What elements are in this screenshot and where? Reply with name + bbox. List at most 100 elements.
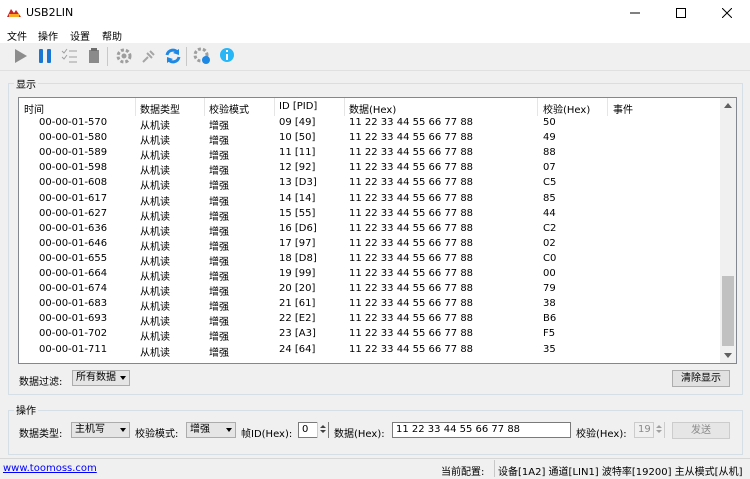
- cell-checksum: 07: [543, 162, 556, 174]
- menu-file[interactable]: 文件: [7, 28, 27, 43]
- config-button[interactable]: [114, 46, 134, 66]
- cell-data-type: 从机读: [140, 347, 170, 359]
- send-button[interactable]: 发送: [672, 422, 730, 439]
- cell-data: 11 22 33 44 55 66 77 88: [349, 222, 474, 234]
- col-data[interactable]: 数据(Hex): [349, 101, 396, 116]
- minimize-button[interactable]: [612, 0, 658, 26]
- start-button[interactable]: [10, 46, 30, 66]
- cell-id: 17 [97]: [279, 237, 316, 249]
- table-row[interactable]: 00-00-01-617 从机读 增强 14 [14] 11 22 33 44 55 6…: [19, 192, 719, 208]
- clipboard-button[interactable]: [84, 46, 104, 66]
- cell-data: 11 22 33 44 55 66 77 88: [349, 313, 474, 325]
- cell-check-mode: 增强: [209, 226, 229, 238]
- cell-data-type: 从机读: [140, 287, 170, 299]
- cell-data-type: 从机读: [140, 121, 170, 132]
- chevron-down-icon: [120, 376, 126, 380]
- cell-id: 20 [20]: [279, 283, 316, 295]
- scrollbar-thumb[interactable]: [722, 276, 734, 346]
- clear-display-button[interactable]: 清除显示: [672, 370, 730, 387]
- device-settings-button[interactable]: [192, 46, 212, 66]
- col-checksum[interactable]: 校验(Hex): [543, 101, 590, 116]
- cell-data: 11 22 33 44 55 66 77 88: [349, 283, 474, 295]
- check-mode-select[interactable]: 增强: [186, 422, 236, 438]
- col-id[interactable]: ID [PID]: [279, 101, 317, 112]
- config-panel: 设备[1A2] 通道[LIN1] 波特率[19200] 主从模式[从机]: [494, 460, 749, 478]
- cell-data-type: 从机读: [140, 151, 170, 163]
- config-value: 设备[1A2] 通道[LIN1] 波特率[19200] 主从模式[从机]: [498, 467, 743, 478]
- close-icon: [722, 8, 732, 18]
- table-row[interactable]: 00-00-01-646 从机读 增强 17 [97] 11 22 33 44 55 6…: [19, 237, 719, 253]
- cell-check-mode: 增强: [209, 121, 229, 132]
- cell-time: 00-00-01-655: [39, 252, 108, 264]
- cell-id: 22 [E2]: [279, 313, 316, 325]
- cell-checksum: C2: [543, 222, 557, 234]
- cell-id: 13 [D3]: [279, 177, 317, 189]
- cell-time: 00-00-01-646: [39, 237, 108, 249]
- cell-data-type: 从机读: [140, 181, 170, 193]
- cell-checksum: C5: [543, 177, 557, 189]
- cell-check-mode: 增强: [209, 272, 229, 283]
- refresh-button[interactable]: [163, 46, 183, 66]
- filter-select[interactable]: 所有数据: [72, 370, 130, 386]
- table-row[interactable]: 00-00-01-570 从机读 增强 09 [49] 11 22 33 44 55 6…: [19, 116, 719, 132]
- cell-checksum: 49: [543, 132, 556, 144]
- table-row[interactable]: 00-00-01-711 从机读 增强 24 [64] 11 22 33 44 55 6…: [19, 343, 719, 359]
- table-row[interactable]: 00-00-01-636 从机读 增强 16 [D6] 11 22 33 44 55 6…: [19, 222, 719, 238]
- cell-time: 00-00-01-627: [39, 207, 108, 219]
- checklist-icon: [61, 48, 77, 63]
- checksum-stepper: 19: [634, 422, 665, 438]
- about-button[interactable]: [217, 46, 237, 66]
- pause-button[interactable]: [35, 46, 55, 66]
- cell-data-type: 从机读: [140, 211, 170, 223]
- table-row[interactable]: 00-00-01-664 从机读 增强 19 [99] 11 22 33 44 55 6…: [19, 267, 719, 283]
- frame-id-label: 帧ID(Hex):: [241, 429, 293, 440]
- table-row[interactable]: 00-00-01-655 从机读 增强 18 [D8] 11 22 33 44 55 6…: [19, 252, 719, 268]
- table-row[interactable]: 00-00-01-683 从机读 增强 21 [61] 11 22 33 44 55 6…: [19, 297, 719, 314]
- check-mode-label: 校验模式:: [135, 429, 179, 440]
- toolbar-separator: [186, 47, 187, 66]
- table-scrollbar[interactable]: [720, 98, 736, 363]
- col-time[interactable]: 时间: [24, 101, 44, 116]
- table-row[interactable]: 00-00-01-580 从机读 增强 10 [50] 11 22 33 44 55 6…: [19, 131, 719, 147]
- table-row[interactable]: 00-00-01-608 从机读 增强 13 [D3] 11 22 33 44 55 6…: [19, 176, 719, 193]
- spin-arrows-icon: [656, 425, 662, 433]
- cell-time: 00-00-01-580: [39, 132, 108, 144]
- frame-id-spin-buttons[interactable]: [317, 422, 328, 438]
- table-row[interactable]: 00-00-01-598 从机读 增强 12 [92] 11 22 33 44 55 6…: [19, 161, 719, 177]
- close-button[interactable]: [704, 0, 750, 26]
- table-row[interactable]: 00-00-01-627 从机读 增强 15 [55] 11 22 33 44 55 6…: [19, 207, 719, 223]
- cell-id: 15 [55]: [279, 207, 316, 219]
- maximize-icon: [676, 8, 686, 18]
- website-link[interactable]: www.toomoss.com: [3, 463, 97, 474]
- menu-settings[interactable]: 设置: [70, 28, 90, 43]
- frame-id-stepper[interactable]: 0: [298, 422, 329, 438]
- filter-list-button[interactable]: [59, 46, 79, 66]
- cell-time: 00-00-01-674: [39, 283, 108, 295]
- col-event[interactable]: 事件: [613, 101, 633, 116]
- cell-checksum: 38: [543, 298, 556, 310]
- col-check-mode[interactable]: 校验模式: [209, 101, 249, 116]
- menu-operate[interactable]: 操作: [38, 28, 58, 43]
- cell-data-type: 从机读: [140, 302, 170, 314]
- table-row[interactable]: 00-00-01-674 从机读 增强 20 [20] 11 22 33 44 55 6…: [19, 282, 719, 299]
- table-row[interactable]: 00-00-01-702 从机读 增强 23 [A3] 11 22 33 44 55 6…: [19, 327, 719, 343]
- message-table: 时间 数据类型 校验模式 ID [PID] 数据(Hex) 校验(Hex) 事件…: [18, 97, 737, 364]
- scroll-down-icon[interactable]: [724, 353, 732, 359]
- cell-time: 00-00-01-608: [39, 177, 108, 189]
- cell-data: 11 22 33 44 55 66 77 88: [349, 252, 474, 264]
- scroll-up-icon[interactable]: [724, 102, 732, 108]
- table-row[interactable]: 00-00-01-693 从机读 增强 22 [E2] 11 22 33 44 55 6…: [19, 312, 719, 329]
- menu-help[interactable]: 帮助: [102, 28, 122, 43]
- toolbar: [0, 43, 750, 71]
- maximize-button[interactable]: [658, 0, 704, 26]
- connect-button[interactable]: [139, 46, 159, 66]
- cell-data-type: 从机读: [140, 272, 170, 283]
- cell-time: 00-00-01-693: [39, 313, 108, 325]
- table-row[interactable]: 00-00-01-589 从机读 增强 11 [11] 11 22 33 44 55 6…: [19, 146, 719, 163]
- window-title: USB2LIN: [26, 6, 74, 19]
- cell-id: 18 [D8]: [279, 252, 317, 264]
- data-type-select[interactable]: 主机写: [71, 422, 130, 438]
- data-input[interactable]: 11 22 33 44 55 66 77 88: [392, 422, 571, 438]
- col-data-type[interactable]: 数据类型: [140, 101, 180, 116]
- cell-data-type: 从机读: [140, 317, 170, 329]
